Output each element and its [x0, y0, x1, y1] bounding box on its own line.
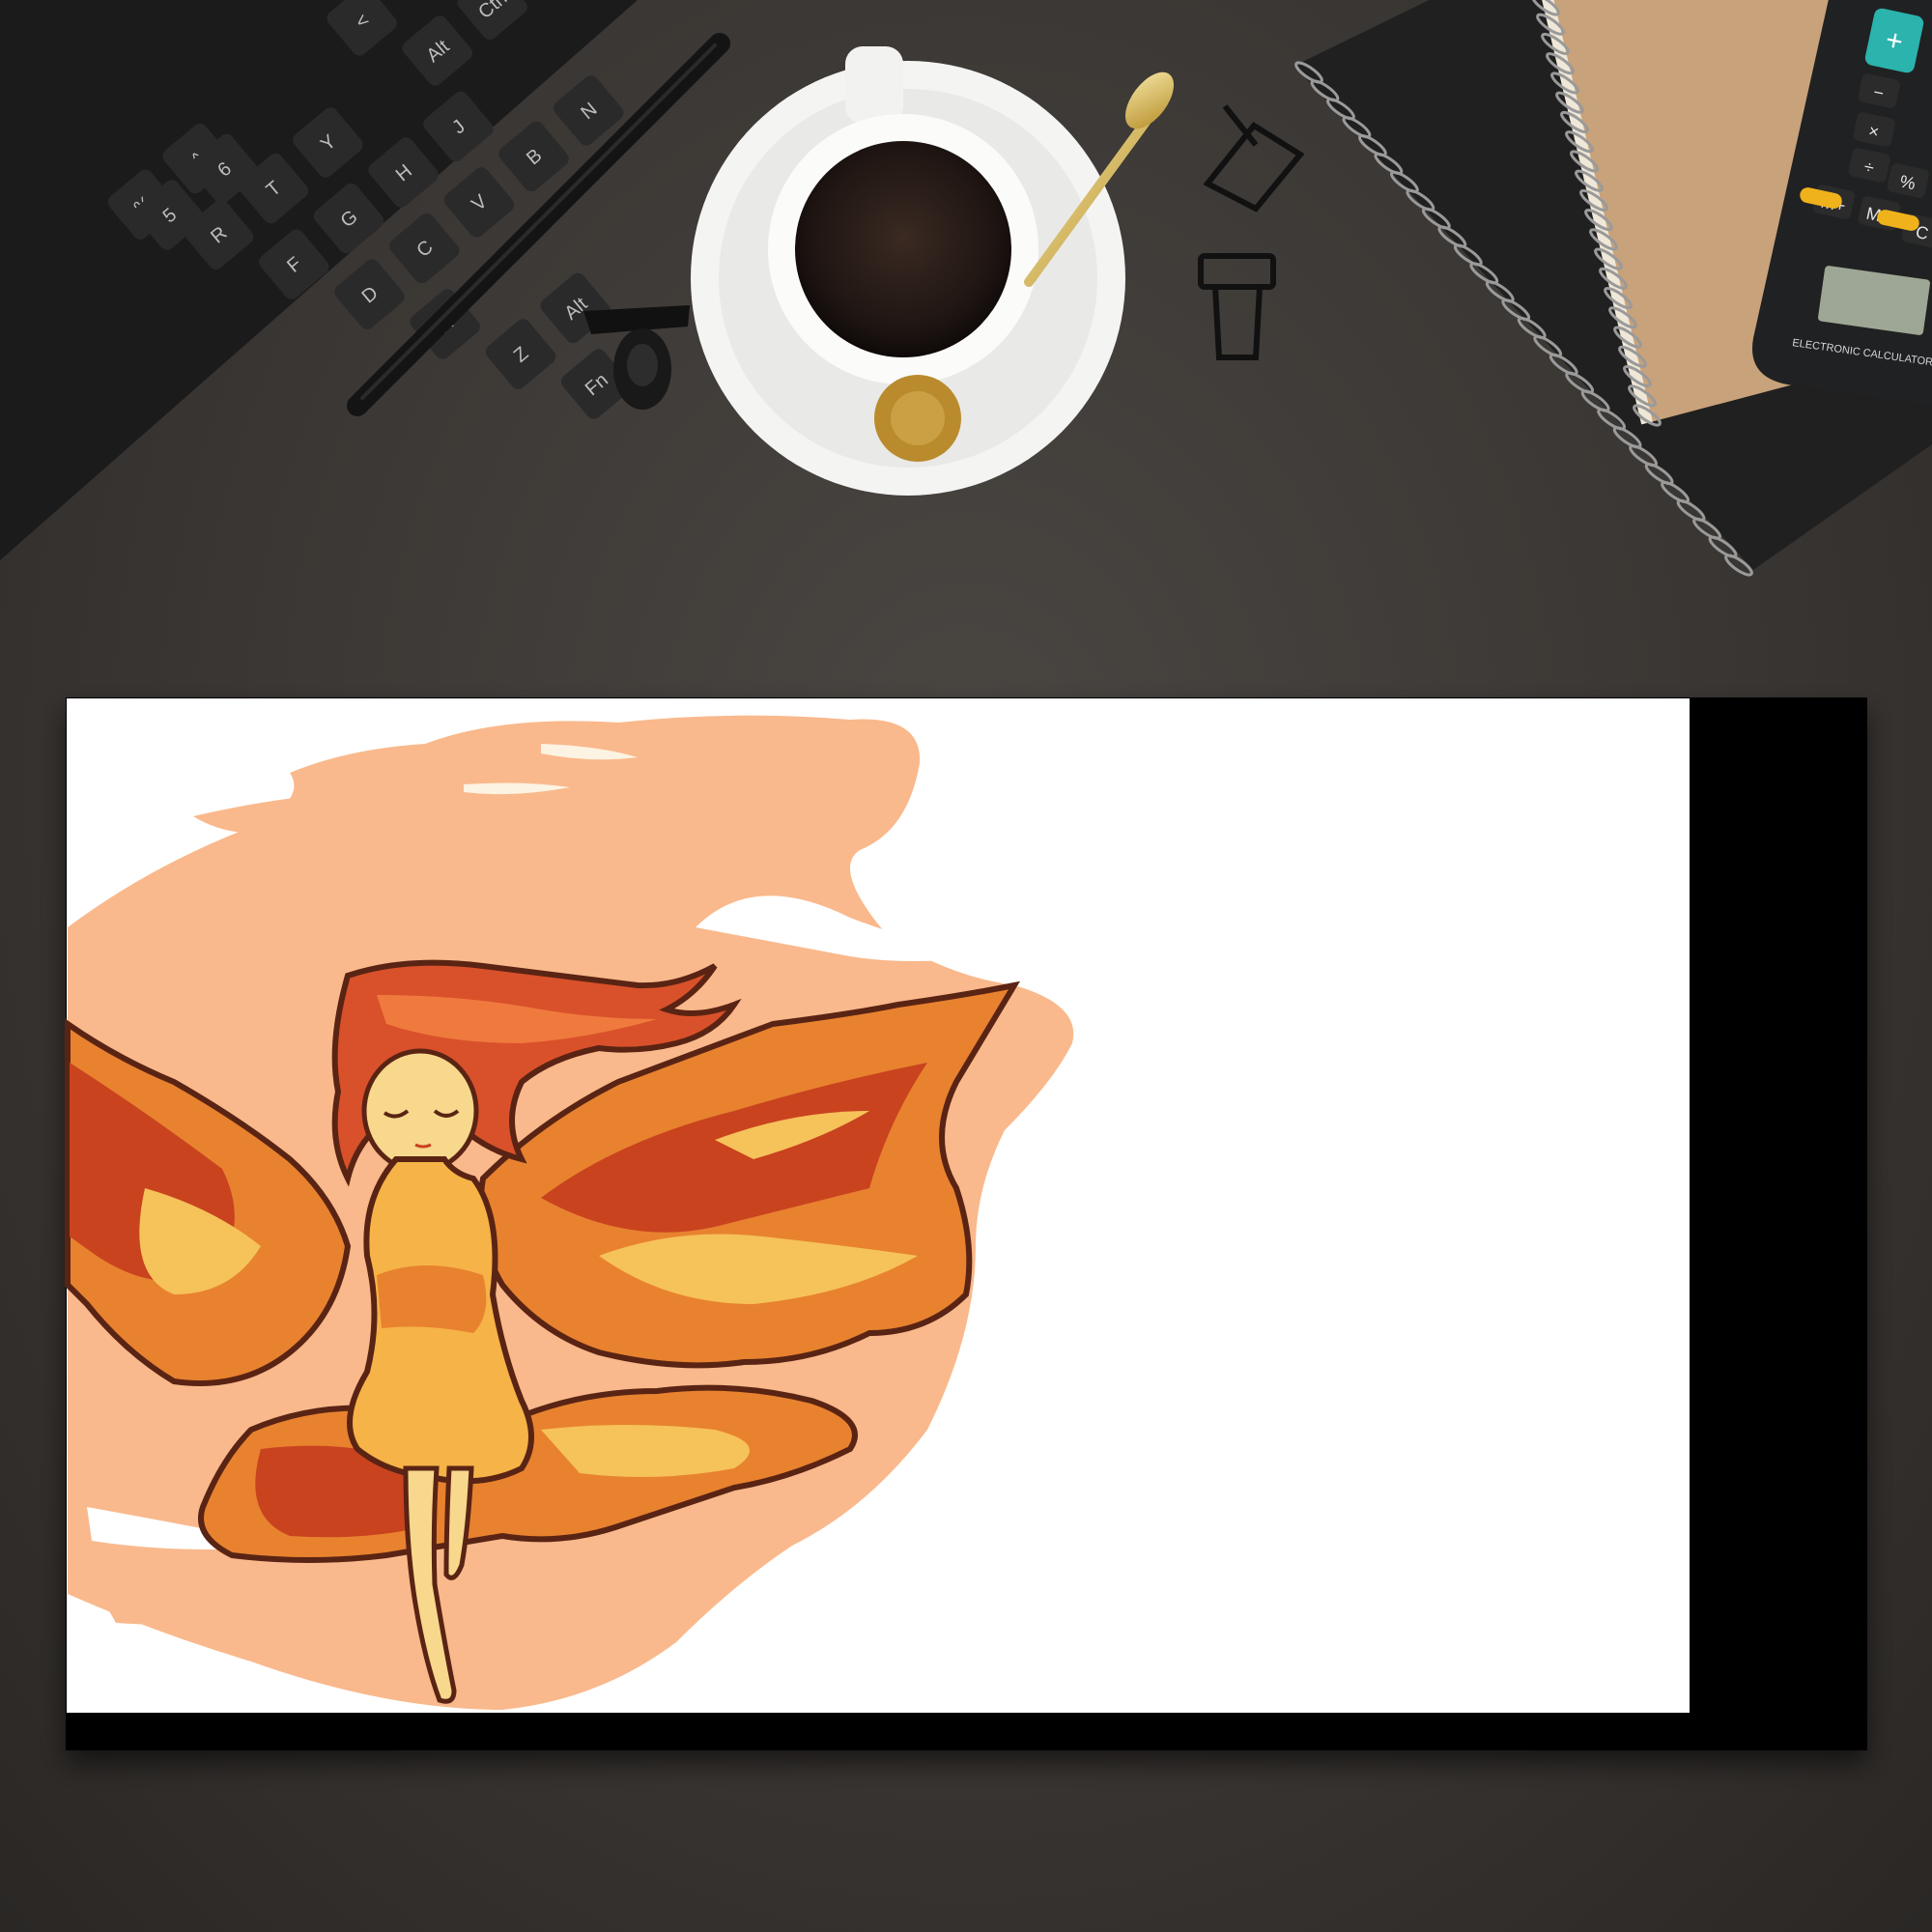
keyboard: %5^6RTYFGHJDCVBNXZAltFn<AltCtrl	[0, 0, 638, 560]
face	[361, 1048, 479, 1174]
paper-clip-icon	[1198, 104, 1305, 360]
coffee-cup	[691, 46, 1175, 496]
desk-scene: %5^6RTYFGHJDCVBNXZAltFn<AltCtrl	[0, 0, 1932, 1750]
